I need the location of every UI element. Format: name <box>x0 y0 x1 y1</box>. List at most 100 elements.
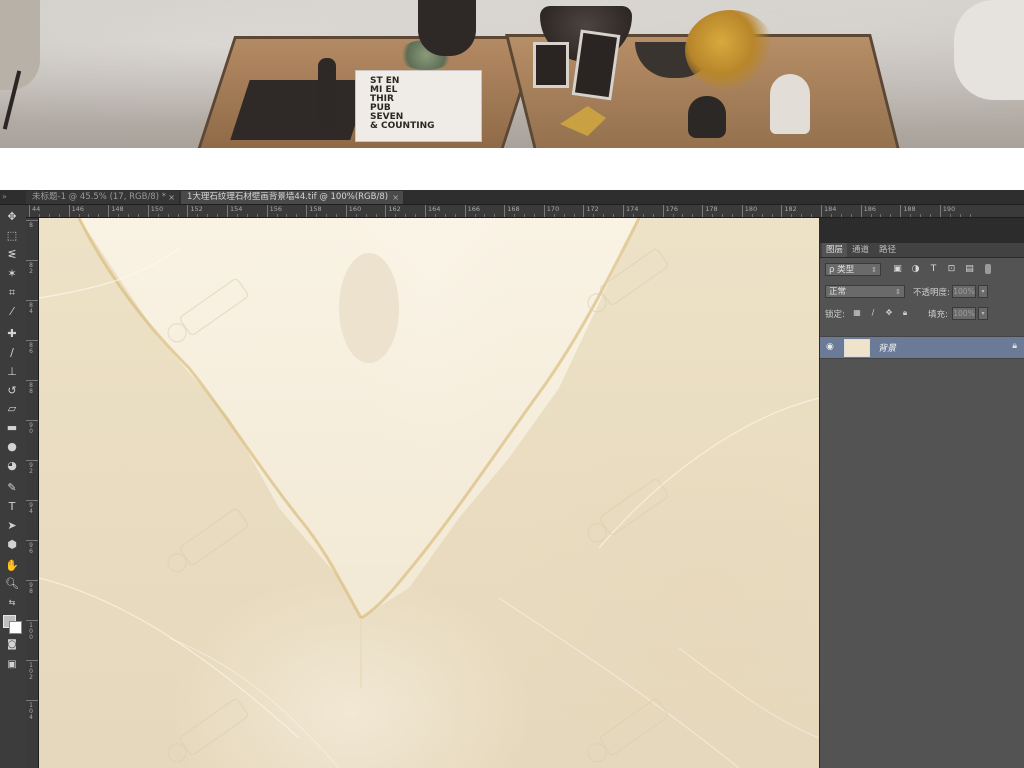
ruler-minor-tick <box>128 214 129 217</box>
ruler-minor-tick <box>553 214 555 217</box>
ruler-minor-tick <box>959 214 961 217</box>
gradient-tool-icon[interactable]: ▬ <box>3 420 21 436</box>
ruler-tick-label: 44 <box>28 205 41 217</box>
ruler-tick-label: 8 <box>29 222 33 229</box>
ruler-tick-label: 100 <box>29 622 33 641</box>
tab-paths[interactable]: 路径 <box>875 243 900 257</box>
pouf <box>954 0 1024 100</box>
ruler-tick-label: 94 <box>29 502 33 515</box>
ruler-tick-label: 180 <box>741 205 758 217</box>
fill-label: 填充: <box>928 310 948 320</box>
shape-filter-icon[interactable]: ⊡ <box>946 264 957 275</box>
swap-colors-icon[interactable]: ⇆ <box>3 595 21 611</box>
ruler-minor-tick <box>38 214 40 217</box>
document-canvas[interactable] <box>39 218 819 768</box>
lock-all-icon[interactable]: 🔒︎ <box>900 308 910 318</box>
ruler-tick-label: 184 <box>820 205 837 217</box>
layer-row-background[interactable]: ◉ 背景 🔒︎ <box>820 336 1024 359</box>
dodge-tool-icon[interactable]: ◕ <box>3 458 21 474</box>
panel-collapse-icon[interactable]: » <box>2 191 24 203</box>
armchair <box>0 0 40 90</box>
ruler-minor-tick <box>98 214 100 217</box>
ruler-minor-tick <box>157 214 159 217</box>
ruler-minor-tick <box>48 214 50 217</box>
move-tool-icon[interactable]: ✥ <box>3 209 21 225</box>
path-selection-tool-icon[interactable]: ➤ <box>3 518 21 534</box>
ruler-minor-tick <box>949 214 951 217</box>
opacity-field[interactable]: 100% <box>952 285 976 298</box>
eye-icon[interactable]: ◉ <box>826 341 838 353</box>
ruler-minor-tick <box>58 214 60 217</box>
opacity-dropdown-icon[interactable]: ▾ <box>978 285 988 298</box>
sculpture-bust <box>418 0 476 56</box>
pixel-filter-icon[interactable]: ▣ <box>892 264 903 275</box>
pen-tool-icon[interactable]: ✎ <box>3 480 21 496</box>
adjustment-filter-icon[interactable]: ◑ <box>910 264 921 275</box>
eyedropper-tool-icon[interactable]: ⁄ <box>3 304 21 320</box>
lock-transparent-icon[interactable]: ▦ <box>852 308 862 318</box>
document-tab-marble[interactable]: 1大理石纹理石材壁画背景墙44.tif @ 100%(RGB/8) × <box>181 191 403 204</box>
ruler-major-tick <box>26 540 38 541</box>
history-brush-tool-icon[interactable]: ↺ <box>3 383 21 399</box>
ruler-minor-tick <box>246 214 248 217</box>
ruler-tick-label: 82 <box>29 262 33 275</box>
ruler-minor-tick <box>236 214 238 217</box>
ruler-minor-tick <box>197 214 199 217</box>
ruler-minor-tick <box>771 214 773 217</box>
tools-panel: ✥ ⬚ ᓬ ✶ ⌗ ⁄ ✚ ∕ ⊥ ↺ ▱ ▬ ● ◕ ✎ T ➤ ⬢ ✋ 🔍︎… <box>0 205 27 768</box>
lasso-tool-icon[interactable]: ᓬ <box>3 247 21 263</box>
ruler-tick-label: 150 <box>147 205 164 217</box>
filter-label: ρ 类型 <box>829 265 855 275</box>
background-color-swatch[interactable] <box>9 621 22 634</box>
crop-tool-icon[interactable]: ⌗ <box>3 285 21 301</box>
ruler-major-tick <box>26 420 38 421</box>
shape-tool-icon[interactable]: ⬢ <box>3 537 21 553</box>
tab-layers[interactable]: 图层 <box>822 243 848 257</box>
hand-tool-icon[interactable]: ✋ <box>3 558 21 574</box>
marquee-tool-icon[interactable]: ⬚ <box>3 228 21 244</box>
zoom-tool-icon[interactable]: 🔍︎ <box>3 576 21 592</box>
fill-field[interactable]: 100% <box>952 307 976 320</box>
book-cover-text: ST EN MI EL THIR PUB SEVEN & COUNTING <box>370 77 435 131</box>
filter-toggle[interactable] <box>985 264 991 274</box>
ruler-tick-label: 152 <box>187 205 203 217</box>
brush-tool-icon[interactable]: ∕ <box>3 345 21 361</box>
screen-mode-icon[interactable]: ▣ <box>3 657 21 673</box>
lock-position-icon[interactable]: ✥ <box>884 308 894 318</box>
ruler-minor-tick <box>890 214 892 217</box>
quick-mask-icon[interactable]: ◙ <box>3 637 21 653</box>
ruler-tick-label: 98 <box>29 582 33 595</box>
glass-vase <box>688 96 726 138</box>
ruler-minor-tick <box>811 214 813 217</box>
clone-stamp-tool-icon[interactable]: ⊥ <box>3 364 21 380</box>
blend-mode-select[interactable]: 正常 ⇕ <box>825 285 905 298</box>
yellow-flowers <box>685 10 775 90</box>
ruler-tick-label: 182 <box>781 205 797 217</box>
layer-name[interactable]: 背景 <box>878 341 896 354</box>
type-tool-icon[interactable]: T <box>3 499 21 515</box>
ruler-major-tick <box>26 260 38 261</box>
layer-filter-select[interactable]: ρ 类型 ⇕ <box>825 263 881 276</box>
eraser-tool-icon[interactable]: ▱ <box>3 401 21 417</box>
ruler-tick-label: 168 <box>504 205 520 217</box>
smart-object-filter-icon[interactable]: ▤ <box>964 264 975 275</box>
close-icon[interactable]: × <box>168 191 175 204</box>
lock-image-icon[interactable]: ∕ <box>868 308 878 318</box>
tab-channels[interactable]: 通道 <box>848 243 873 257</box>
fill-dropdown-icon[interactable]: ▾ <box>978 307 988 320</box>
ruler-tick-label: 96 <box>29 542 33 555</box>
text-filter-icon[interactable]: T <box>928 264 939 275</box>
close-icon[interactable]: × <box>392 191 399 204</box>
ruler-minor-tick <box>652 214 654 217</box>
lock-row: 锁定: ▦ ∕ ✥ 🔒︎ 填充: 100% ▾ <box>820 305 1024 323</box>
ruler-minor-tick <box>791 214 793 217</box>
ruler-tick-label: 86 <box>29 342 33 355</box>
blur-tool-icon[interactable]: ● <box>3 439 21 455</box>
document-tab-untitled[interactable]: 未标题-1 @ 45.5% (17, RGB/8) * × <box>26 191 179 204</box>
ruler-tick-label: 162 <box>385 205 401 217</box>
opacity-label: 不透明度: <box>913 288 950 298</box>
ruler-minor-tick <box>296 214 298 217</box>
healing-brush-tool-icon[interactable]: ✚ <box>3 326 21 342</box>
magic-wand-tool-icon[interactable]: ✶ <box>3 266 21 282</box>
ruler-tick-label: 186 <box>860 205 877 217</box>
